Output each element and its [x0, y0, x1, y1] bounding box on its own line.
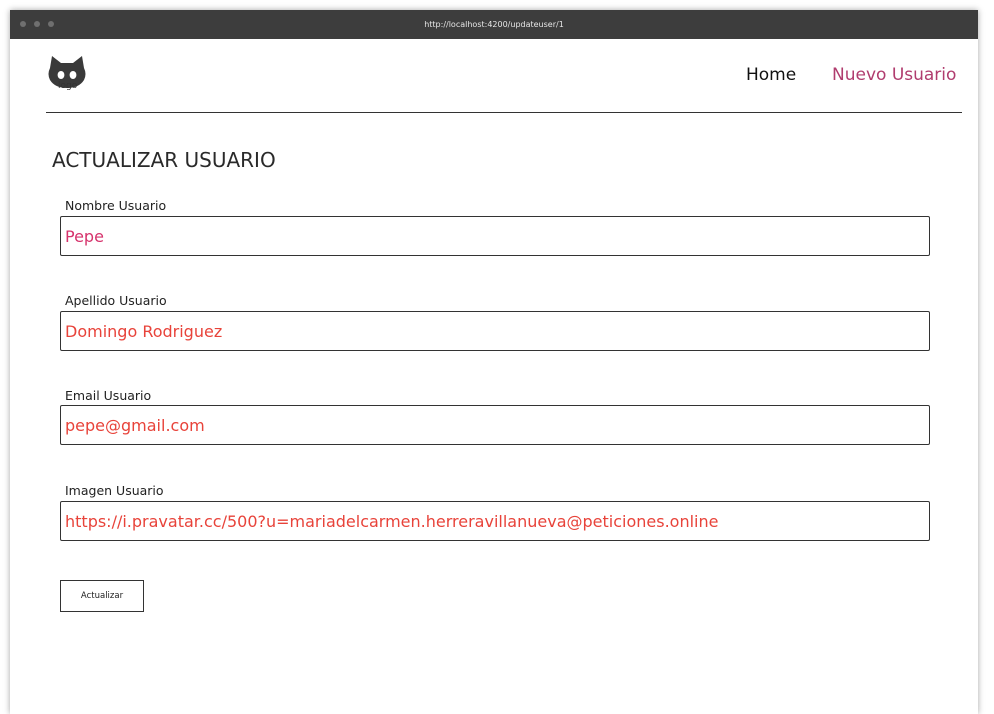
- field-label-email: Email Usuario: [65, 388, 152, 403]
- nombre-input[interactable]: [60, 216, 930, 256]
- field-label-nombre: Nombre Usuario: [65, 198, 167, 213]
- header-divider: [46, 112, 962, 113]
- browser-titlebar: http://localhost:4200/updateuser/1: [10, 10, 978, 39]
- logo-label: logo: [58, 81, 78, 91]
- imagen-input[interactable]: [60, 501, 930, 541]
- email-input[interactable]: [60, 405, 930, 445]
- nav-home-link[interactable]: Home: [746, 65, 796, 85]
- nav-new-user-link[interactable]: Nuevo Usuario: [832, 65, 956, 85]
- apellido-input[interactable]: [60, 311, 930, 351]
- field-label-apellido: Apellido Usuario: [65, 293, 167, 308]
- address-bar-url[interactable]: http://localhost:4200/updateuser/1: [10, 10, 978, 39]
- field-label-imagen: Imagen Usuario: [65, 483, 164, 498]
- page-title: ACTUALIZAR USUARIO: [52, 148, 276, 172]
- actualizar-button[interactable]: Actualizar: [60, 580, 144, 612]
- browser-window: http://localhost:4200/updateuser/1 logo …: [10, 10, 978, 714]
